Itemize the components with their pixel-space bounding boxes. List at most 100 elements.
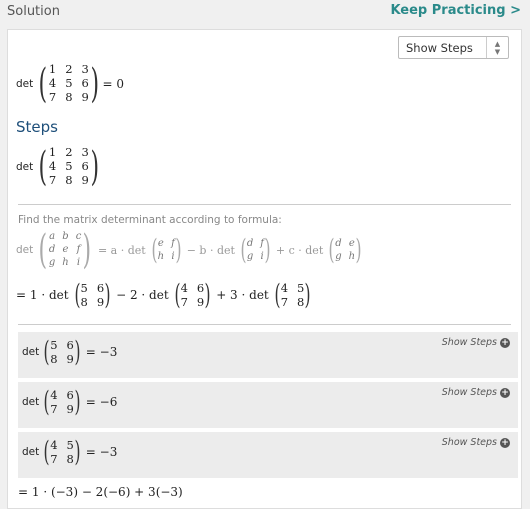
plus-circle-icon: +: [500, 337, 510, 348]
cell: 1: [48, 145, 57, 159]
cell: 5: [50, 337, 58, 352]
matrix-cells: a b c d e f g h i: [49, 231, 81, 269]
keep-practicing-link[interactable]: Keep Practicing >: [390, 3, 521, 18]
cell: i: [76, 257, 81, 268]
substep-box: det ( 4 6 7 9 ) = −6 Show Steps +: [18, 382, 518, 428]
matrix-cells: e f h i: [158, 238, 175, 263]
matrix-2x2: ( 4 5 7 8 ): [274, 278, 311, 311]
cell: 8: [50, 351, 58, 366]
show-steps-select[interactable]: Show Steps ▲ ▼: [398, 36, 509, 59]
matrix-cells: 4 5 7 8: [280, 280, 305, 309]
cell: 8: [65, 90, 73, 104]
substep-result: = −6: [85, 395, 118, 409]
cell: a: [49, 231, 56, 242]
cell: 7: [50, 451, 58, 466]
cell: e: [348, 237, 355, 249]
formula-line: det ( a b c d e f g h i ) = a · det ( e …: [16, 230, 364, 270]
det-label: det: [16, 77, 34, 90]
cell: h: [62, 257, 69, 268]
updown-arrows-icon: ▲ ▼: [486, 37, 508, 58]
formula-term-c: + c · det: [275, 243, 324, 257]
det-label: det: [22, 446, 40, 458]
cell: 7: [48, 90, 57, 104]
cell: 3: [81, 145, 89, 159]
formula-term-b: − b · det: [186, 243, 235, 257]
matrix-2x2-generic: ( e f h i ): [151, 233, 182, 266]
expansion-line: = 1 · det ( 5 6 8 9 ) − 2 · det ( 4 6 7 …: [16, 281, 313, 309]
matrix-2x2: ( 4 5 7 8 ): [43, 435, 81, 468]
show-steps-select-value: Show Steps: [406, 41, 473, 55]
cell: e: [62, 244, 69, 255]
cell: 8: [65, 173, 73, 187]
show-steps-link[interactable]: Show Steps +: [442, 437, 510, 448]
cell: 9: [81, 173, 89, 187]
result-value: = 0: [102, 76, 124, 91]
det-label: det: [16, 160, 34, 173]
matrix-cells: 5 6 8 9: [50, 337, 74, 366]
cell: 1: [48, 62, 57, 76]
cell: 6: [81, 159, 89, 173]
steps-heading: Steps: [16, 118, 58, 136]
divider: [18, 324, 511, 325]
expansion-term-3: + 3 · det: [216, 288, 269, 302]
matrix-2x2: ( 4 6 7 9 ): [43, 385, 81, 418]
cell: 6: [96, 280, 105, 295]
matrix-2x2: ( 5 6 8 9 ): [43, 335, 81, 368]
show-steps-link[interactable]: Show Steps +: [442, 337, 510, 348]
cell: 6: [81, 76, 89, 90]
cell: 4: [280, 280, 289, 295]
cell: g: [335, 250, 342, 262]
substep-result: = −3: [85, 345, 118, 359]
cell: d: [48, 244, 56, 255]
cell: 5: [65, 159, 73, 173]
cell: d: [335, 237, 342, 249]
matrix-cells: 4 6 7 9: [180, 280, 205, 309]
cell: 5: [65, 76, 73, 90]
matrix-3x3: ( 1 2 3 4 5 6 7 8 9 ): [38, 143, 99, 190]
substep-expression: det ( 4 5 7 8 ) = −3: [22, 438, 120, 466]
matrix-cells: 4 5 7 8: [50, 438, 74, 466]
cell: 8: [297, 294, 305, 309]
plus-circle-icon: +: [500, 437, 510, 448]
matrix-2x2: ( 4 6 7 9 ): [174, 278, 211, 311]
divider: [18, 204, 511, 205]
cell: 7: [180, 294, 188, 309]
expansion-term-1: = 1 · det: [16, 288, 69, 302]
cell: 7: [48, 173, 57, 187]
cell: 8: [66, 451, 74, 466]
cell: h: [157, 250, 165, 262]
cell: 7: [280, 294, 289, 309]
substep-expression: det ( 5 6 8 9 ) = −3: [22, 338, 120, 366]
substep-expression: det ( 4 6 7 9 ) = −6: [22, 388, 120, 416]
cell: d: [246, 237, 254, 249]
cell: 7: [50, 401, 58, 416]
cell: 6: [66, 387, 74, 402]
cell: 9: [196, 294, 205, 309]
cell: g: [246, 250, 254, 262]
det-label: det: [22, 346, 40, 358]
solution-title: Solution: [7, 4, 60, 19]
expansion-term-2: − 2 · det: [116, 288, 169, 302]
cell: h: [348, 250, 356, 262]
cell: 2: [65, 62, 73, 76]
matrix-3x3: ( 1 2 3 4 5 6 7 8 9 ): [38, 60, 99, 107]
matrix-cells: 4 6 7 9: [50, 387, 74, 416]
show-steps-label: Show Steps: [441, 437, 497, 448]
cell: i: [260, 250, 264, 262]
matrix-cells: 1 2 3 4 5 6 7 8 9: [49, 146, 89, 187]
cell: 5: [80, 280, 88, 295]
cell: 6: [66, 337, 74, 352]
cell: c: [75, 231, 82, 242]
formula-caption: Find the matrix determinant according to…: [18, 214, 282, 226]
det-label: det: [22, 396, 40, 408]
matrix-cells: d f g i: [247, 238, 264, 263]
formula-term-a: = a · det: [97, 243, 146, 257]
show-steps-link[interactable]: Show Steps +: [442, 387, 510, 398]
cell: e: [157, 237, 164, 249]
result-line: det ( 1 2 3 4 5 6 7 8 9 ) = 0: [16, 63, 124, 104]
substep-box: det ( 5 6 8 9 ) = −3 Show Steps +: [18, 332, 518, 378]
cell: 4: [180, 280, 188, 295]
matrix-cells: 5 6 8 9: [80, 280, 105, 309]
steps-matrix-line: det ( 1 2 3 4 5 6 7 8 9 ): [16, 146, 102, 187]
cell: 3: [81, 62, 89, 76]
